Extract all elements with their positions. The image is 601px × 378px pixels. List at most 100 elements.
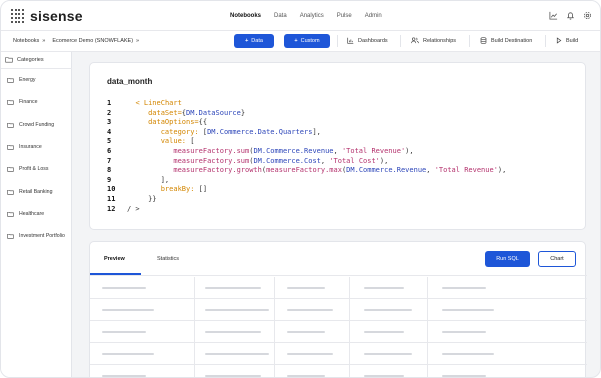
results-tabs: Preview Statistics Run SQL Chart bbox=[90, 242, 587, 276]
loading-placeholder bbox=[205, 309, 269, 311]
table-row bbox=[90, 277, 587, 299]
run-sql-button[interactable]: Run SQL bbox=[485, 251, 530, 267]
loading-placeholder bbox=[442, 353, 494, 355]
nav-tab-analytics[interactable]: Analytics bbox=[300, 12, 324, 20]
sidebar-item-label: Profit & Loss bbox=[19, 166, 49, 173]
table-cell bbox=[275, 343, 350, 365]
sidebar-item-label: Insurance bbox=[19, 144, 42, 151]
table-cell bbox=[350, 277, 428, 299]
line-number: 7 bbox=[107, 156, 112, 165]
table-cell bbox=[350, 365, 428, 377]
code-editor[interactable]: 1 < LineChart 2 dataSet={DM.DataSource} 3 … bbox=[107, 99, 506, 214]
sidebar-item-healthcare[interactable]: Healthcare bbox=[1, 203, 72, 225]
sidebar-header-label: Categories bbox=[17, 56, 44, 63]
sidebar-item-label: Energy bbox=[19, 77, 36, 84]
nav-tab-data[interactable]: Data bbox=[274, 12, 287, 20]
sidebar-item-investment-portfolio[interactable]: Investment Portfolio bbox=[1, 225, 72, 247]
code-line: 5 value: [ bbox=[107, 137, 506, 147]
loading-placeholder bbox=[442, 287, 486, 289]
divider bbox=[337, 35, 338, 47]
loading-placeholder bbox=[102, 287, 146, 289]
breadcrumb-notebooks[interactable]: Notebooks bbox=[13, 38, 39, 44]
users-icon bbox=[411, 37, 419, 44]
sidebar-item-crowd-funding[interactable]: Crowd Funding bbox=[1, 114, 72, 136]
loading-placeholder bbox=[102, 309, 154, 311]
table-cell bbox=[195, 321, 275, 343]
code-text: measureFactory.sum(DM.Commerce.Revenue, … bbox=[173, 146, 414, 155]
code-line: 9 ], bbox=[107, 176, 506, 186]
table-cell bbox=[90, 321, 195, 343]
table-cell bbox=[90, 365, 195, 377]
divider bbox=[469, 35, 470, 47]
loading-placeholder bbox=[287, 331, 325, 333]
chart-icon[interactable] bbox=[549, 11, 558, 20]
breadcrumb: Notebooks » Ecomerce Demo (SNOWFLAKE) » bbox=[13, 38, 142, 44]
category-list: Energy Finance Crowd Funding Insurance P… bbox=[1, 68, 72, 247]
add-custom-button[interactable]: + Custom bbox=[284, 34, 330, 48]
gear-icon[interactable] bbox=[583, 11, 592, 20]
chart-button[interactable]: Chart bbox=[538, 251, 576, 267]
tab-preview[interactable]: Preview bbox=[104, 256, 125, 262]
sidebar-item-energy[interactable]: Energy bbox=[1, 69, 72, 91]
line-number: 5 bbox=[107, 137, 112, 146]
dashboards-button[interactable]: Dashboards bbox=[347, 37, 388, 44]
sidebar: Categories Energy Finance Crowd Funding … bbox=[1, 52, 72, 377]
loading-placeholder bbox=[102, 331, 146, 333]
table-cell bbox=[275, 321, 350, 343]
add-data-button[interactable]: + Data bbox=[234, 34, 274, 48]
table-cell bbox=[275, 277, 350, 299]
table-cell bbox=[350, 299, 428, 321]
code-text: dataOptions={{ bbox=[148, 118, 208, 127]
dashboards-label: Dashboards bbox=[358, 37, 388, 44]
build-button[interactable]: Build bbox=[556, 37, 578, 44]
breadcrumb-ecomerce-demo[interactable]: Ecomerce Demo (SNOWFLAKE) bbox=[52, 38, 133, 44]
folder-icon bbox=[7, 78, 14, 83]
relationships-button[interactable]: Relationships bbox=[411, 37, 456, 44]
build-label: Build bbox=[566, 37, 579, 44]
nav-tab-admin[interactable]: Admin bbox=[365, 12, 382, 20]
divider bbox=[545, 35, 546, 47]
code-text: measureFactory.growth(measureFactory.max… bbox=[173, 166, 507, 175]
nav-tab-notebooks[interactable]: Notebooks bbox=[230, 12, 261, 20]
loading-placeholder bbox=[102, 353, 154, 355]
line-number: 3 bbox=[107, 118, 112, 127]
loading-placeholder bbox=[287, 287, 325, 289]
table-cell bbox=[350, 321, 428, 343]
code-editor-card: data_month 1 < LineChart 2 dataSet={DM.Da… bbox=[89, 62, 586, 230]
top-nav: sisense Notebooks Data Analytics Pulse A… bbox=[1, 1, 600, 31]
logo[interactable]: sisense bbox=[11, 8, 83, 24]
nav-tab-pulse[interactable]: Pulse bbox=[337, 12, 352, 20]
bell-icon[interactable] bbox=[566, 11, 575, 20]
folder-icon bbox=[7, 122, 14, 128]
line-number: 12 bbox=[107, 204, 116, 213]
folder-icon bbox=[7, 144, 14, 150]
table-row bbox=[90, 299, 587, 321]
folder-icon bbox=[7, 100, 14, 106]
loading-placeholder bbox=[287, 375, 325, 377]
build-destination-button[interactable]: Build Destination bbox=[480, 37, 532, 44]
loading-placeholder bbox=[364, 353, 412, 355]
loading-placeholder bbox=[205, 353, 269, 355]
line-number: 11 bbox=[107, 194, 116, 203]
logo-text: sisense bbox=[30, 8, 83, 24]
table-cell bbox=[428, 321, 587, 343]
table-row bbox=[90, 343, 587, 365]
database-icon bbox=[480, 37, 487, 44]
sidebar-header[interactable]: Categories bbox=[5, 56, 44, 63]
nav-icons bbox=[541, 11, 592, 20]
sidebar-item-profit-loss[interactable]: Profit & Loss bbox=[1, 158, 72, 180]
breadcrumb-separator: » bbox=[136, 38, 140, 44]
app-window: sisense Notebooks Data Analytics Pulse A… bbox=[0, 0, 601, 378]
build-destination-label: Build Destination bbox=[491, 37, 533, 44]
code-text: / > bbox=[127, 204, 140, 213]
active-tab-indicator bbox=[90, 273, 141, 275]
sidebar-item-insurance[interactable]: Insurance bbox=[1, 136, 72, 158]
table-cell bbox=[195, 277, 275, 299]
tab-statistics[interactable]: Statistics bbox=[157, 256, 179, 262]
line-number: 6 bbox=[107, 146, 112, 155]
table-cell bbox=[428, 299, 587, 321]
code-text: }} bbox=[148, 194, 157, 203]
sidebar-item-retail-banking[interactable]: Retail Banking bbox=[1, 180, 72, 202]
table-cell bbox=[90, 343, 195, 365]
sidebar-item-finance[interactable]: Finance bbox=[1, 91, 72, 113]
